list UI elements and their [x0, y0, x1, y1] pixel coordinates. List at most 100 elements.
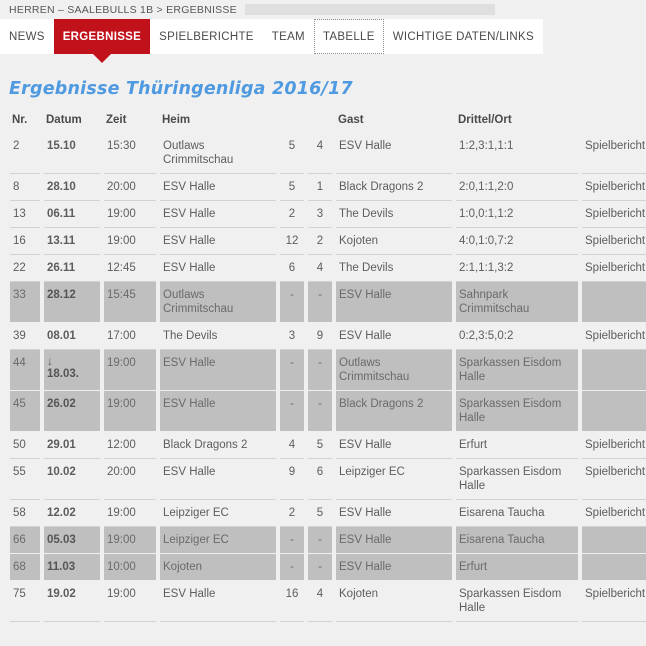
- cell-score-home: -: [280, 527, 304, 554]
- cell-score-away: 5: [308, 500, 332, 527]
- table-row: 13 06.11 19:00 ESV Halle 2 3 The Devils 1:0,0:1…: [10, 201, 646, 228]
- nav-item-team[interactable]: TEAM: [262, 19, 314, 54]
- cell-spielbericht: [582, 282, 646, 323]
- cell-heim: The Devils: [160, 323, 276, 350]
- cell-drittel-ort: 1:2,3:1,1:1: [456, 133, 578, 174]
- cell-heim: ESV Halle: [160, 581, 276, 622]
- nav-item-spielberichte[interactable]: SPIELBERICHTE: [150, 19, 263, 54]
- cell-gast: The Devils: [336, 255, 452, 282]
- cell-score-away: 6: [308, 459, 332, 500]
- nav-item-tabelle[interactable]: TABELLE: [313, 19, 384, 54]
- cell-spielbericht[interactable]: Spielbericht: [582, 255, 646, 282]
- column-header-score-away: [308, 112, 332, 133]
- cell-datum: 26.11: [44, 255, 100, 282]
- cell-zeit: 20:00: [104, 174, 156, 201]
- cell-nr: 55: [10, 459, 40, 500]
- table-row: 39 08.01 17:00 The Devils 3 9 ESV Halle 0:2,3:5…: [10, 323, 646, 350]
- breadcrumb-filler-bar: [244, 4, 495, 15]
- cell-nr: 45: [10, 391, 40, 432]
- cell-score-away: -: [308, 391, 332, 432]
- column-header-nr: Nr.: [12, 114, 28, 126]
- table-row: 33 28.12 15:45 Outlaws Crimmitschau - - ESV Ha…: [10, 282, 646, 323]
- cell-zeit: 19:00: [104, 391, 156, 432]
- cell-score-away: -: [308, 350, 332, 391]
- table-header-row: Nr. Datum Zeit Heim Gast Drittel/Ort: [10, 112, 646, 133]
- cell-datum: 08.01: [44, 323, 100, 350]
- results-table-body: 2 15.10 15:30 Outlaws Crimmitschau 5 4 ESV Hal…: [10, 133, 646, 622]
- cell-score-away: 4: [308, 133, 332, 174]
- cell-heim: ESV Halle: [160, 391, 276, 432]
- cell-datum: 28.12: [44, 282, 100, 323]
- breadcrumb: HERREN – SAALEBULLS 1B > ERGEBNISSE: [0, 0, 646, 19]
- nav-item-label: SPIELBERICHTE: [159, 30, 254, 43]
- cell-drittel-ort: Sparkassen Eisdom Halle: [456, 459, 578, 500]
- cell-spielbericht[interactable]: Spielbericht: [582, 133, 646, 174]
- nav-item-label: TABELLE: [322, 30, 375, 43]
- cell-datum: 12.02: [44, 500, 100, 527]
- cell-spielbericht[interactable]: Spielbericht: [582, 459, 646, 500]
- nav-item-ergebnisse[interactable]: ERGEBNISSE: [53, 19, 151, 63]
- cell-datum-value: 10.02: [47, 466, 76, 478]
- table-row: 8 28.10 20:00 ESV Halle 5 1 Black Dragons 2 2:0…: [10, 174, 646, 201]
- cell-datum: 29.01: [44, 432, 100, 459]
- cell-zeit: 15:30: [104, 133, 156, 174]
- cell-drittel-ort: Sparkassen Eisdom Halle: [456, 350, 578, 391]
- cell-drittel-ort: Sahnpark Crimmitschau: [456, 282, 578, 323]
- cell-heim: Kojoten: [160, 554, 276, 581]
- cell-datum: 28.10: [44, 174, 100, 201]
- cell-spielbericht[interactable]: Spielbericht: [582, 201, 646, 228]
- cell-score-away: -: [308, 527, 332, 554]
- table-row: 44 ↓ 18.03. 19:00 ESV Halle - - Outlaws Crimmit…: [10, 350, 646, 391]
- table-row: 45 26.02 19:00 ESV Halle - - Black Dragons 2 Sp…: [10, 391, 646, 432]
- results-table-container: Nr. Datum Zeit Heim Gast Drittel/Ort 2 15…: [0, 99, 646, 622]
- nav-item-label: TEAM: [271, 30, 305, 43]
- cell-spielbericht[interactable]: Spielbericht: [582, 174, 646, 201]
- cell-datum: 13.11: [44, 228, 100, 255]
- cell-zeit: 12:45: [104, 255, 156, 282]
- cell-datum: ↓ 18.03.: [44, 350, 100, 391]
- cell-spielbericht[interactable]: Spielbericht: [582, 500, 646, 527]
- table-row: 22 26.11 12:45 ESV Halle 6 4 The Devils 2:1,1:1…: [10, 255, 646, 282]
- cell-score-away: 4: [308, 255, 332, 282]
- cell-zeit: 19:00: [104, 350, 156, 391]
- cell-gast: ESV Halle: [336, 500, 452, 527]
- cell-spielbericht: [582, 554, 646, 581]
- cell-zeit: 19:00: [104, 228, 156, 255]
- column-header-spielbericht: [582, 112, 646, 133]
- cell-score-home: 5: [280, 174, 304, 201]
- cell-spielbericht[interactable]: Spielbericht: [582, 323, 646, 350]
- arrow-down-icon: ↓: [47, 354, 53, 368]
- table-row: 16 13.11 19:00 ESV Halle 12 2 Kojoten 4:0,1:0,7…: [10, 228, 646, 255]
- cell-nr: 22: [10, 255, 40, 282]
- cell-zeit: 17:00: [104, 323, 156, 350]
- column-header-score-home: [280, 112, 304, 133]
- column-header-datum: Datum: [46, 114, 82, 126]
- table-row: 75 19.02 19:00 ESV Halle 16 4 Kojoten Sparkasse…: [10, 581, 646, 622]
- cell-datum: 11.03: [44, 554, 100, 581]
- results-table-head: Nr. Datum Zeit Heim Gast Drittel/Ort: [10, 112, 646, 133]
- nav-item-news[interactable]: NEWS: [0, 19, 54, 54]
- cell-score-home: -: [280, 391, 304, 432]
- cell-datum: 05.03: [44, 527, 100, 554]
- cell-heim: Outlaws Crimmitschau: [160, 282, 276, 323]
- cell-spielbericht[interactable]: Spielbericht: [582, 581, 646, 622]
- cell-spielbericht[interactable]: Spielbericht: [582, 228, 646, 255]
- cell-heim: ESV Halle: [160, 459, 276, 500]
- page-title: Ergebnisse Thüringenliga 2016/17: [9, 79, 353, 99]
- cell-spielbericht: [582, 391, 646, 432]
- cell-nr: 44: [10, 350, 40, 391]
- nav-item-label: NEWS: [9, 30, 45, 43]
- cell-datum-value: 18.03.: [47, 368, 79, 380]
- cell-datum-value: 12.02: [47, 507, 76, 519]
- cell-zeit: 10:00: [104, 554, 156, 581]
- cell-datum-value: 28.12: [47, 289, 76, 301]
- cell-gast: Outlaws Crimmitschau: [336, 350, 452, 391]
- table-row: 58 12.02 19:00 Leipziger EC 2 5 ESV Halle Eisar…: [10, 500, 646, 527]
- cell-spielbericht[interactable]: Spielbericht: [582, 432, 646, 459]
- cell-gast: ESV Halle: [336, 133, 452, 174]
- table-row: 55 10.02 20:00 ESV Halle 9 6 Leipziger EC Spark…: [10, 459, 646, 500]
- nav-item-wichtige-daten-links[interactable]: WICHTIGE DATEN/LINKS: [383, 19, 543, 54]
- cell-zeit: 19:00: [104, 527, 156, 554]
- cell-datum: 26.02: [44, 391, 100, 432]
- cell-zeit: 12:00: [104, 432, 156, 459]
